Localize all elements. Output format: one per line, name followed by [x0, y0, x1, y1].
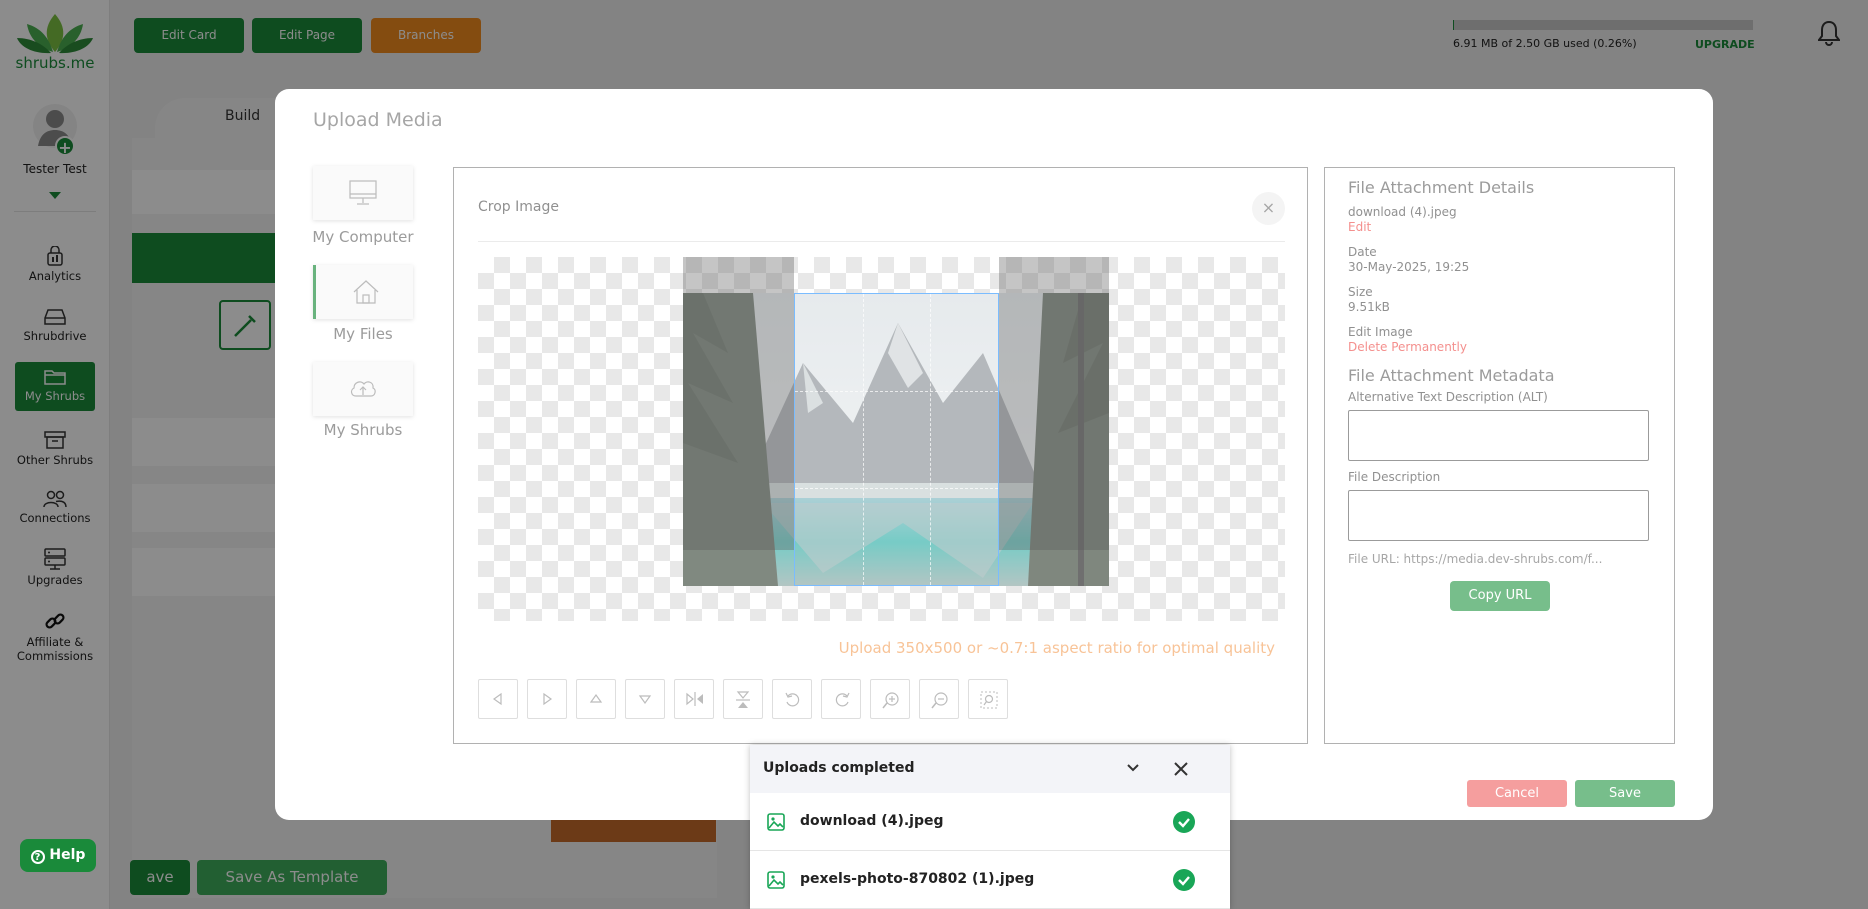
- crop-grid-line: [930, 294, 932, 585]
- upload-file-name: download (4).jpeg: [800, 813, 944, 829]
- image-file-icon: [767, 871, 785, 889]
- file-url: File URL: https://media.dev-shrubs.com/f…: [1348, 552, 1603, 566]
- source-my-files[interactable]: [313, 265, 413, 319]
- rotate-right-icon: [835, 692, 850, 707]
- help-label: Help: [49, 847, 86, 863]
- move-left-icon: [492, 692, 502, 706]
- zoom-in-icon: [882, 692, 899, 709]
- move-right-icon: [543, 692, 553, 706]
- flip-vertical-icon: [736, 691, 750, 708]
- source-label: My Computer: [312, 228, 414, 246]
- reset-crop-icon: [980, 691, 998, 709]
- file-name: download (4).jpeg: [1348, 205, 1457, 219]
- source-label: My Shrubs: [323, 421, 403, 439]
- source-my-computer[interactable]: [313, 166, 413, 220]
- zoom-out-button[interactable]: [919, 679, 959, 719]
- source-my-shrubs[interactable]: [313, 362, 413, 416]
- divider: [478, 241, 1285, 242]
- alt-text-label: Alternative Text Description (ALT): [1348, 390, 1548, 404]
- flip-horizontal-icon: [686, 692, 703, 706]
- delete-permanently-link[interactable]: Delete Permanently: [1348, 340, 1467, 354]
- move-right-button[interactable]: [527, 679, 567, 719]
- move-down-button[interactable]: [625, 679, 665, 719]
- crop-mask-right: [999, 257, 1109, 550]
- cloud-upload-icon: [350, 381, 376, 397]
- move-down-icon: [638, 695, 652, 705]
- upload-file-name: pexels-photo-870802 (1).jpeg: [800, 871, 1035, 887]
- edit-image-link[interactable]: Edit Image: [1348, 325, 1413, 339]
- rotate-left-icon: [785, 692, 800, 707]
- save-button[interactable]: Save: [1575, 780, 1675, 807]
- alt-text-field[interactable]: [1348, 410, 1649, 461]
- metadata-heading: File Attachment Metadata: [1348, 366, 1555, 385]
- zoom-in-button[interactable]: [870, 679, 910, 719]
- details-heading: File Attachment Details: [1348, 178, 1535, 197]
- home-icon: [353, 280, 379, 304]
- crop-panel: Crop Image × Upload 350x500 or ~0.7:1 as…: [453, 167, 1308, 744]
- uploads-header: Uploads completed: [750, 745, 1230, 793]
- upload-item[interactable]: pexels-photo-870802 (1).jpeg: [750, 851, 1230, 909]
- source-label: My Files: [333, 325, 393, 343]
- rotate-right-button[interactable]: [821, 679, 861, 719]
- move-up-button[interactable]: [576, 679, 616, 719]
- crop-grid-line: [862, 294, 864, 585]
- question-icon: ?: [30, 850, 45, 864]
- size-label: Size: [1348, 285, 1373, 299]
- cancel-button[interactable]: Cancel: [1467, 780, 1567, 807]
- crop-grid-line: [795, 390, 998, 392]
- move-up-icon: [589, 693, 603, 703]
- check-circle-icon: [1173, 869, 1195, 891]
- chevron-down-icon[interactable]: [1126, 763, 1140, 773]
- close-icon[interactable]: ×: [1252, 192, 1285, 225]
- rotate-left-button[interactable]: [772, 679, 812, 719]
- edit-filename-link[interactable]: Edit: [1348, 220, 1371, 234]
- crop-canvas[interactable]: [478, 257, 1285, 621]
- file-description-label: File Description: [1348, 470, 1441, 484]
- upload-media-modal: Upload Media My Computer My Files My Shr…: [275, 89, 1713, 820]
- file-description-field[interactable]: [1348, 490, 1649, 541]
- crop-selection[interactable]: [794, 293, 999, 586]
- crop-title: Crop Image: [478, 199, 559, 215]
- upload-item[interactable]: download (4).jpeg: [750, 793, 1230, 851]
- uploads-title: Uploads completed: [763, 760, 915, 776]
- flip-horizontal-button[interactable]: [674, 679, 714, 719]
- crop-mask-left: [683, 257, 794, 550]
- close-icon[interactable]: [1173, 761, 1189, 777]
- date-value: 30-May-2025, 19:25: [1348, 260, 1470, 274]
- date-label: Date: [1348, 245, 1377, 259]
- uploads-panel: Uploads completed download (4).jpeg pexe…: [750, 745, 1230, 909]
- file-details-panel: File Attachment Details download (4).jpe…: [1324, 167, 1675, 744]
- crop-hint: Upload 350x500 or ~0.7:1 aspect ratio fo…: [838, 639, 1275, 657]
- flip-vertical-button[interactable]: [723, 679, 763, 719]
- copy-url-button[interactable]: Copy URL: [1450, 581, 1550, 611]
- move-left-button[interactable]: [478, 679, 518, 719]
- help-button[interactable]: ? Help: [20, 839, 96, 872]
- image-file-icon: [767, 813, 785, 831]
- size-value: 9.51kB: [1348, 300, 1390, 314]
- monitor-icon: [349, 180, 377, 205]
- zoom-out-icon: [931, 692, 948, 709]
- reset-crop-button[interactable]: [968, 679, 1008, 719]
- check-circle-icon: [1173, 811, 1195, 833]
- modal-title: Upload Media: [313, 109, 443, 131]
- crop-grid-line: [795, 487, 998, 489]
